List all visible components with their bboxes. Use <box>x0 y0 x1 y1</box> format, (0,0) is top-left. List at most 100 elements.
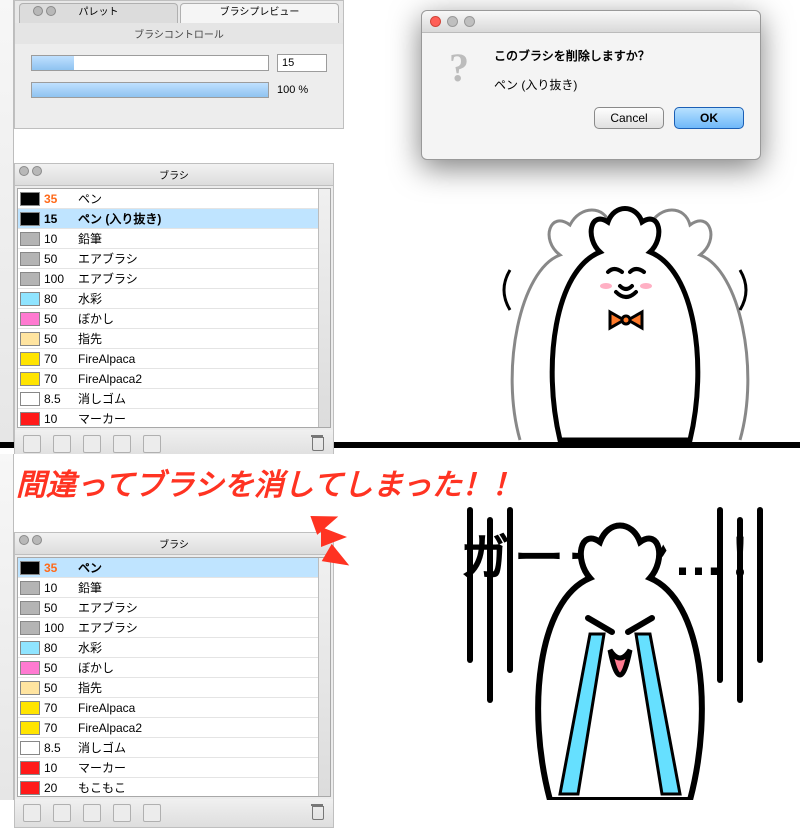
brush-row[interactable]: 50指先 <box>18 678 330 698</box>
brush-name: ペン <box>72 190 330 207</box>
brush-row[interactable]: 80水彩 <box>18 289 330 309</box>
folder-icon[interactable] <box>113 804 131 822</box>
brush-row[interactable]: 10マーカー <box>18 758 330 778</box>
close-icon[interactable] <box>33 6 43 16</box>
close-icon[interactable] <box>430 16 441 27</box>
tool-strip[interactable] <box>0 454 14 800</box>
brush-row[interactable]: 50指先 <box>18 329 330 349</box>
alpaca-calm-illustration <box>450 200 790 450</box>
brush-row[interactable]: 20もこもこ <box>18 778 330 797</box>
brush-swatch <box>20 212 40 226</box>
panel-title: ブラシコントロール <box>15 23 343 44</box>
minimize-icon[interactable] <box>32 166 42 176</box>
size-value[interactable]: 15 <box>277 54 327 72</box>
brush-swatch <box>20 621 40 635</box>
import-icon[interactable] <box>143 435 161 453</box>
brush-name: もこもこ <box>72 779 330 796</box>
brush-size: 8.5 <box>44 392 72 406</box>
confirm-delete-dialog: ? このブラシを削除しますか？ ペン (入り抜き) Cancel OK <box>421 10 761 160</box>
script-brush-icon[interactable] <box>83 804 101 822</box>
scrollbar[interactable] <box>318 558 330 796</box>
brush-row[interactable]: 50エアブラシ <box>18 249 330 269</box>
brush-name: ペン (入り抜き) <box>72 210 330 227</box>
brush-swatch <box>20 661 40 675</box>
dialog-message: このブラシを削除しますか？ <box>494 47 650 66</box>
brush-name: 鉛筆 <box>72 579 330 596</box>
tool-strip[interactable] <box>0 0 14 442</box>
brush-size: 10 <box>44 232 72 246</box>
brush-size: 50 <box>44 601 72 615</box>
opacity-label: 100 % <box>277 84 327 96</box>
new-brush-icon[interactable] <box>23 804 41 822</box>
brush-row[interactable]: 10鉛筆 <box>18 578 330 598</box>
brush-row[interactable]: 50ぼかし <box>18 309 330 329</box>
new-brush-icon[interactable] <box>23 435 41 453</box>
brush-name: エアブラシ <box>72 619 330 636</box>
brush-row[interactable]: 70FireAlpaca2 <box>18 718 330 738</box>
brush-row[interactable]: 70FireAlpaca <box>18 349 330 369</box>
duplicate-brush-icon[interactable] <box>53 804 71 822</box>
brush-name: エアブラシ <box>72 250 330 267</box>
brush-row[interactable]: 100エアブラシ <box>18 269 330 289</box>
trash-icon[interactable] <box>309 435 325 451</box>
window-controls[interactable] <box>33 6 56 16</box>
brush-row[interactable]: 10鉛筆 <box>18 229 330 249</box>
brush-panel-bottom: ブラシ 35ペン10鉛筆50エアブラシ100エアブラシ80水彩50ぼかし50指先… <box>14 532 334 828</box>
brush-swatch <box>20 332 40 346</box>
brush-list[interactable]: 35ペン10鉛筆50エアブラシ100エアブラシ80水彩50ぼかし50指先70Fi… <box>17 557 331 797</box>
brush-row[interactable]: 8.5消しゴム <box>18 389 330 409</box>
brush-size: 80 <box>44 641 72 655</box>
brush-list[interactable]: 35ペン15ペン (入り抜き)10鉛筆50エアブラシ100エアブラシ80水彩50… <box>17 188 331 428</box>
brush-row[interactable]: 70FireAlpaca2 <box>18 369 330 389</box>
brush-swatch <box>20 412 40 426</box>
minimize-icon[interactable] <box>46 6 56 16</box>
brush-swatch <box>20 392 40 406</box>
brush-row[interactable]: 15ペン (入り抜き) <box>18 209 330 229</box>
brush-control-panel: パレット ブラシプレビュー ブラシコントロール 15 100 % <box>14 0 344 129</box>
window-controls[interactable] <box>19 166 42 176</box>
minimize-icon[interactable] <box>32 535 42 545</box>
duplicate-brush-icon[interactable] <box>53 435 71 453</box>
brush-swatch <box>20 681 40 695</box>
brush-row[interactable]: 80水彩 <box>18 638 330 658</box>
folder-icon[interactable] <box>113 435 131 453</box>
brush-panel-title-text: ブラシ <box>159 171 189 182</box>
close-icon[interactable] <box>19 166 29 176</box>
cancel-button[interactable]: Cancel <box>594 107 664 129</box>
brush-name: 鉛筆 <box>72 230 330 247</box>
brush-row[interactable]: 35ペン <box>18 558 330 578</box>
window-controls[interactable] <box>19 535 42 545</box>
brush-swatch <box>20 561 40 575</box>
brush-size: 70 <box>44 701 72 715</box>
ok-button[interactable]: OK <box>674 107 744 129</box>
brush-size: 50 <box>44 332 72 346</box>
brush-size: 20 <box>44 781 72 795</box>
trash-icon[interactable] <box>309 804 325 820</box>
dialog-target: ペン (入り抜き) <box>494 76 650 95</box>
brush-size: 10 <box>44 761 72 775</box>
dialog-titlebar[interactable] <box>422 11 760 33</box>
opacity-slider[interactable] <box>31 82 269 98</box>
script-brush-icon[interactable] <box>83 435 101 453</box>
tab-brush-preview[interactable]: ブラシプレビュー <box>180 3 339 23</box>
brush-row[interactable]: 35ペン <box>18 189 330 209</box>
brush-size: 10 <box>44 581 72 595</box>
brush-row[interactable]: 50ぼかし <box>18 658 330 678</box>
brush-name: 指先 <box>72 679 330 696</box>
size-slider[interactable] <box>31 55 269 71</box>
brush-row[interactable]: 8.5消しゴム <box>18 738 330 758</box>
brush-row[interactable]: 10マーカー <box>18 409 330 428</box>
brush-size: 8.5 <box>44 741 72 755</box>
brush-size: 15 <box>44 212 72 226</box>
brush-row[interactable]: 100エアブラシ <box>18 618 330 638</box>
brush-name: エアブラシ <box>72 270 330 287</box>
close-icon[interactable] <box>19 535 29 545</box>
error-banner: 間違ってブラシを消してしまった！！ <box>0 460 560 504</box>
size-slider-fill <box>32 56 74 70</box>
brush-row[interactable]: 50エアブラシ <box>18 598 330 618</box>
brush-name: 水彩 <box>72 639 330 656</box>
import-icon[interactable] <box>143 804 161 822</box>
brush-size: 35 <box>44 192 72 206</box>
scrollbar[interactable] <box>318 189 330 427</box>
brush-row[interactable]: 70FireAlpaca <box>18 698 330 718</box>
